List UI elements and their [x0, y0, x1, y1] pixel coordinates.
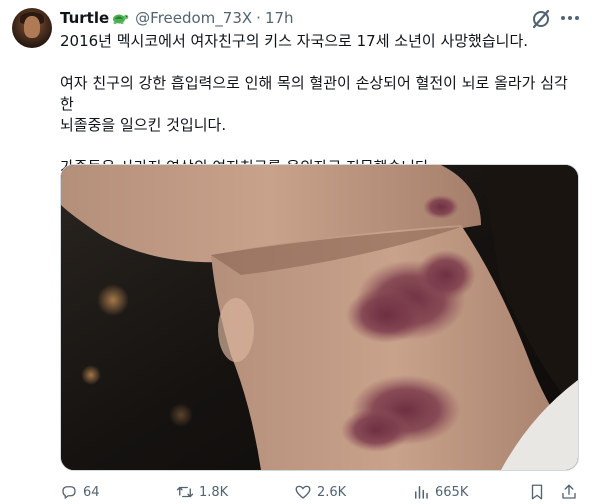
- share-icon: [562, 484, 576, 499]
- action-bar: 64 1.8K 2.6K 665K: [60, 482, 580, 502]
- tweet-header: Turtle @Freedom_73X · 17h: [60, 8, 294, 28]
- more-icon[interactable]: [558, 6, 582, 30]
- retweet-icon: [176, 486, 194, 498]
- turtle-emoji-icon: [113, 14, 129, 24]
- author-name[interactable]: Turtle: [60, 9, 109, 27]
- bookmark-icon: [531, 484, 543, 500]
- views-count: 665K: [435, 484, 469, 500]
- like-count: 2.6K: [317, 484, 347, 500]
- views-chart-icon: [415, 486, 428, 499]
- retweet-count: 1.8K: [199, 484, 229, 500]
- tweet-text-line-3: 뇌졸중을 일으킨 것입니다.: [60, 116, 227, 134]
- grok-icon[interactable]: [530, 8, 552, 30]
- tweet[interactable]: Turtle @Freedom_73X · 17h 2016년 멕시코에서 여자…: [0, 0, 592, 504]
- tweet-image[interactable]: [60, 164, 579, 471]
- avatar[interactable]: [12, 8, 52, 48]
- like-button[interactable]: 2.6K: [294, 483, 346, 501]
- share-button[interactable]: [560, 483, 583, 501]
- reply-icon: [62, 486, 76, 499]
- heart-icon: [295, 485, 311, 499]
- tweet-text-line-2: 여자 친구의 강한 흡입력으로 인해 목의 혈관이 손상되어 혈전이 뇌로 올라…: [60, 74, 568, 113]
- reply-count: 64: [83, 484, 100, 500]
- timestamp[interactable]: 17h: [265, 9, 294, 27]
- views-button[interactable]: 665K: [412, 483, 468, 501]
- reply-button[interactable]: 64: [60, 483, 100, 501]
- bookmark-button[interactable]: [528, 483, 551, 501]
- retweet-button[interactable]: 1.8K: [176, 483, 228, 501]
- separator-dot: ·: [256, 9, 261, 27]
- tweet-text: 2016년 멕시코에서 여자친구의 키스 자국으로 17세 소년이 사망했습니다…: [60, 31, 580, 178]
- tweet-text-line-1: 2016년 멕시코에서 여자친구의 키스 자국으로 17세 소년이 사망했습니다…: [60, 32, 529, 50]
- author-handle[interactable]: @Freedom_73X: [135, 9, 252, 27]
